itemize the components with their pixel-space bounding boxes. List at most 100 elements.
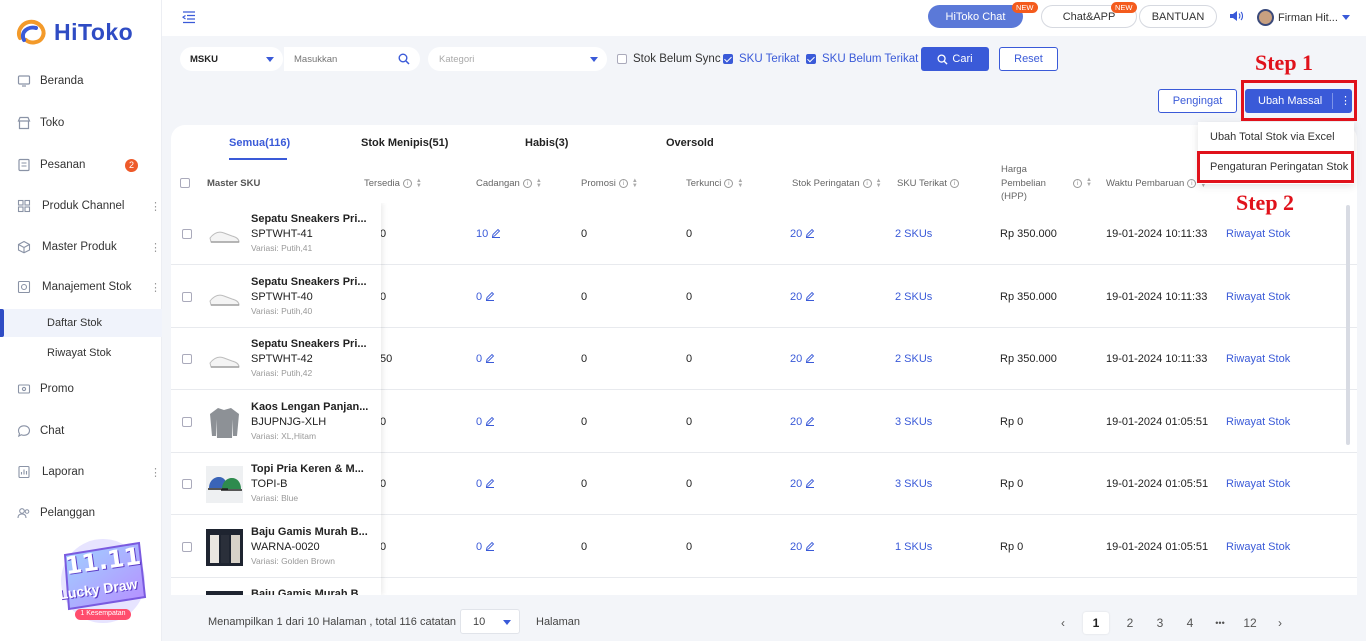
checkbox[interactable] xyxy=(806,54,816,64)
info-icon[interactable]: i xyxy=(522,179,532,188)
edit-pencil-icon[interactable] xyxy=(802,353,815,365)
page-size-select[interactable]: 10 xyxy=(460,609,520,634)
edit-pencil-icon[interactable] xyxy=(482,541,495,553)
cell-peringatan[interactable]: 20 xyxy=(790,291,815,303)
edit-pencil-icon[interactable] xyxy=(802,416,815,428)
cell-peringatan[interactable]: 20 xyxy=(790,416,815,428)
cell-cadangan[interactable]: 0 xyxy=(476,353,495,365)
cell-terikat[interactable]: 3 SKUs xyxy=(895,416,932,428)
sort-icon[interactable]: ▲▼ xyxy=(416,178,422,189)
category-select[interactable]: Kategori xyxy=(428,47,607,71)
sort-icon[interactable]: ▲▼ xyxy=(1086,177,1092,188)
cell-riwayat[interactable]: Riwayat Stok xyxy=(1226,228,1290,240)
reset-button[interactable]: Reset xyxy=(999,47,1058,71)
filter-stok-belum-sync[interactable]: Stok Belum Sync xyxy=(617,53,721,65)
sort-icon[interactable]: ▲▼ xyxy=(737,178,743,189)
row-checkbox[interactable] xyxy=(182,229,192,239)
select-all-checkbox[interactable] xyxy=(180,178,190,188)
product-name[interactable]: Sepatu Sneakers Pri... xyxy=(251,213,367,225)
edit-pencil-icon[interactable] xyxy=(488,228,501,240)
cell-riwayat[interactable]: Riwayat Stok xyxy=(1226,291,1290,303)
col-waktu-pembaruan[interactable]: Waktu Pembaruani▲▼ xyxy=(1106,178,1206,190)
search-field[interactable] xyxy=(284,47,420,71)
info-icon[interactable]: i xyxy=(1187,179,1197,188)
cell-peringatan[interactable]: 20 xyxy=(790,541,815,553)
sidebar-item-master-produk[interactable]: Master Produk ⋮ xyxy=(0,230,162,264)
cell-terikat[interactable]: 3 SKUs xyxy=(895,478,932,490)
sku-type-select[interactable]: MSKU xyxy=(180,47,283,71)
sidebar-item-produk-channel[interactable]: Produk Channel ⋮ xyxy=(0,189,162,223)
user-menu[interactable]: Firman Hit... xyxy=(1257,9,1350,26)
cell-cadangan[interactable]: 0 xyxy=(476,541,495,553)
col-terkunci[interactable]: Terkunci i ▲ ▼ xyxy=(686,178,743,190)
edit-pencil-icon[interactable] xyxy=(482,478,495,490)
edit-pencil-icon[interactable] xyxy=(802,291,815,303)
bantuan-button[interactable]: BANTUAN xyxy=(1139,5,1217,28)
tab-semua[interactable]: Semua(116) xyxy=(229,137,290,149)
table-scrollbar[interactable] xyxy=(1346,205,1350,445)
product-name[interactable]: Baju Gamis Murah B... xyxy=(251,588,368,595)
product-name[interactable]: Sepatu Sneakers Pri... xyxy=(251,276,367,288)
info-icon[interactable]: i xyxy=(949,179,959,188)
info-icon[interactable]: i xyxy=(618,179,628,188)
page-ellipsis[interactable]: ••• xyxy=(1207,612,1233,634)
cell-terikat[interactable]: 1 SKUs xyxy=(895,541,932,553)
cell-cadangan[interactable]: 10 xyxy=(476,228,501,240)
cell-cadangan[interactable]: 0 xyxy=(476,416,495,428)
sidebar-item-pelanggan[interactable]: Pelanggan xyxy=(0,496,162,530)
col-tersedia[interactable]: Tersedia i ▲ ▼ xyxy=(364,178,422,190)
sidebar-item-pesanan[interactable]: Pesanan 2 xyxy=(0,148,162,182)
edit-pencil-icon[interactable] xyxy=(482,353,495,365)
filter-sku-terikat[interactable]: SKU Terikat xyxy=(723,53,800,65)
col-promosi[interactable]: Promosi i ▲ ▼ xyxy=(581,178,638,190)
cell-terikat[interactable]: 2 SKUs xyxy=(895,291,932,303)
more-vertical-icon[interactable]: ⋮ xyxy=(150,200,161,213)
info-icon[interactable]: i xyxy=(862,179,872,188)
page-12-button[interactable]: 12 xyxy=(1237,612,1263,634)
search-icon[interactable] xyxy=(398,53,410,65)
search-input[interactable] xyxy=(294,53,394,65)
sidebar-item-toko[interactable]: Toko xyxy=(0,106,162,140)
cell-peringatan[interactable]: 20 xyxy=(790,353,815,365)
cell-terikat[interactable]: 2 SKUs xyxy=(895,228,932,240)
row-checkbox[interactable] xyxy=(182,541,192,552)
menu-collapse-icon[interactable] xyxy=(182,10,196,24)
product-name[interactable]: Sepatu Sneakers Pri... xyxy=(251,338,367,350)
row-checkbox[interactable] xyxy=(182,354,192,364)
sidebar-item-promo[interactable]: Promo xyxy=(0,372,162,406)
more-vertical-icon[interactable]: ⋮ xyxy=(150,281,161,294)
row-checkbox[interactable] xyxy=(182,479,192,489)
info-icon[interactable]: i xyxy=(724,179,734,188)
page-1-button[interactable]: 1 xyxy=(1083,612,1109,634)
cell-cadangan[interactable]: 0 xyxy=(476,478,495,490)
hitoko-logo[interactable]: HiToko xyxy=(14,18,133,46)
edit-pencil-icon[interactable] xyxy=(482,416,495,428)
cell-riwayat[interactable]: Riwayat Stok xyxy=(1226,478,1290,490)
page-2-button[interactable]: 2 xyxy=(1117,612,1143,634)
next-page-button[interactable]: › xyxy=(1267,612,1293,634)
col-stok-peringatan[interactable]: Stok Peringatan i ▲ ▼ xyxy=(792,178,882,190)
info-icon[interactable]: i xyxy=(1073,178,1082,188)
more-vertical-icon[interactable]: ⋮ xyxy=(150,466,161,479)
checkbox[interactable] xyxy=(617,54,627,64)
edit-pencil-icon[interactable] xyxy=(802,228,815,240)
page-3-button[interactable]: 3 xyxy=(1147,612,1173,634)
info-icon[interactable]: i xyxy=(402,179,412,188)
more-vertical-icon[interactable]: ⋮ xyxy=(150,241,161,254)
cell-peringatan[interactable]: 20 xyxy=(790,228,815,240)
sidebar-item-chat[interactable]: Chat xyxy=(0,414,162,448)
cell-riwayat[interactable]: Riwayat Stok xyxy=(1226,416,1290,428)
edit-pencil-icon[interactable] xyxy=(802,541,815,553)
cell-riwayat[interactable]: Riwayat Stok xyxy=(1226,353,1290,365)
col-cadangan[interactable]: Cadangan i ▲ ▼ xyxy=(476,178,542,190)
product-name[interactable]: Kaos Lengan Panjan... xyxy=(251,401,368,413)
sort-icon[interactable]: ▲▼ xyxy=(876,178,882,189)
sort-icon[interactable]: ▲▼ xyxy=(536,178,542,189)
sidebar-item-laporan[interactable]: Laporan ⋮ xyxy=(0,455,162,489)
page-4-button[interactable]: 4 xyxy=(1177,612,1203,634)
checkbox[interactable] xyxy=(723,54,733,64)
edit-pencil-icon[interactable] xyxy=(802,478,815,490)
filter-sku-belum-terikat[interactable]: SKU Belum Terikat xyxy=(806,53,918,65)
col-harga-tools[interactable]: i ▲ ▼ xyxy=(1073,177,1092,188)
sidebar-subitem-daftar-stok[interactable]: Daftar Stok xyxy=(0,309,162,337)
